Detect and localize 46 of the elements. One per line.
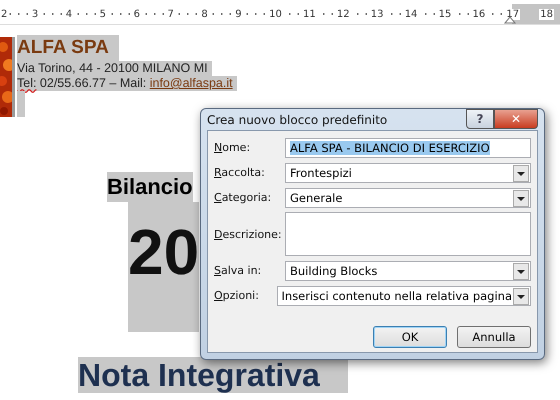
empty-line-highlight (17, 91, 25, 117)
ruler-number: 16 (471, 8, 486, 20)
caret-icon (513, 164, 529, 182)
ruler-number: 11 (302, 8, 317, 20)
ruler-number: 8 (200, 8, 209, 20)
caret-icon (513, 288, 529, 304)
ruler-number: 6 (132, 8, 141, 20)
dropdown[interactable]: Generale (285, 188, 531, 208)
caret-icon (513, 190, 529, 206)
ruler-number: 3 (30, 8, 40, 20)
ruler-number: 2 (0, 8, 8, 20)
field-label: Nome: (214, 141, 252, 154)
ruler-number: 13 (370, 8, 385, 20)
cancel-button[interactable]: Annulla (457, 326, 531, 348)
ruler-number: 15 (438, 8, 452, 20)
ok-button[interactable]: OK (373, 326, 447, 348)
ruler-number: 12 (336, 8, 351, 20)
ruler-number: 4 (64, 8, 74, 20)
contact-text: Tel: 02/55.66.77 – Mail: info@alfaspa.it (17, 76, 237, 91)
company-name: ALFA SPA (17, 35, 119, 61)
indent-marker-icon[interactable] (504, 15, 516, 24)
year-text: 20 (128, 202, 200, 332)
field-label: Salva in: (214, 264, 262, 277)
field-label: Descrizione: (214, 228, 283, 240)
field-label: Raccolta: (214, 166, 266, 179)
dropdown[interactable]: Inserisci contenuto nella relativa pagina (276, 286, 531, 306)
ruler-number: 9 (234, 8, 243, 20)
help-button[interactable]: ? (466, 109, 494, 129)
ruler-number: 17 (505, 8, 520, 20)
field-label: Opzioni: (214, 289, 260, 302)
heading-text: Bilancio (107, 172, 193, 202)
field-label: Categoria: (214, 191, 272, 204)
ruler-number: 10 (268, 8, 283, 20)
ruler-number: 7 (166, 8, 175, 20)
email-link[interactable]: info@alfaspa.it (150, 76, 233, 90)
dropdown[interactable]: Frontespizi (285, 162, 531, 182)
description-field[interactable] (285, 212, 531, 256)
caret-icon (513, 262, 529, 280)
ruler-number: 18 (539, 8, 554, 20)
ruler-number: 14 (404, 8, 418, 20)
subtitle-text: Nota Integrativa (78, 357, 348, 393)
ruler-number: 5 (98, 8, 108, 20)
dropdown[interactable]: Building Blocks (285, 260, 531, 280)
address-text: Via Torino, 44 - 20100 MILANO MI (17, 61, 212, 76)
name-field[interactable]: ALFA SPA - BILANCIO DI ESERCIZIO (285, 138, 531, 158)
dialog-title: Crea nuovo blocco predefinito (207, 112, 388, 126)
